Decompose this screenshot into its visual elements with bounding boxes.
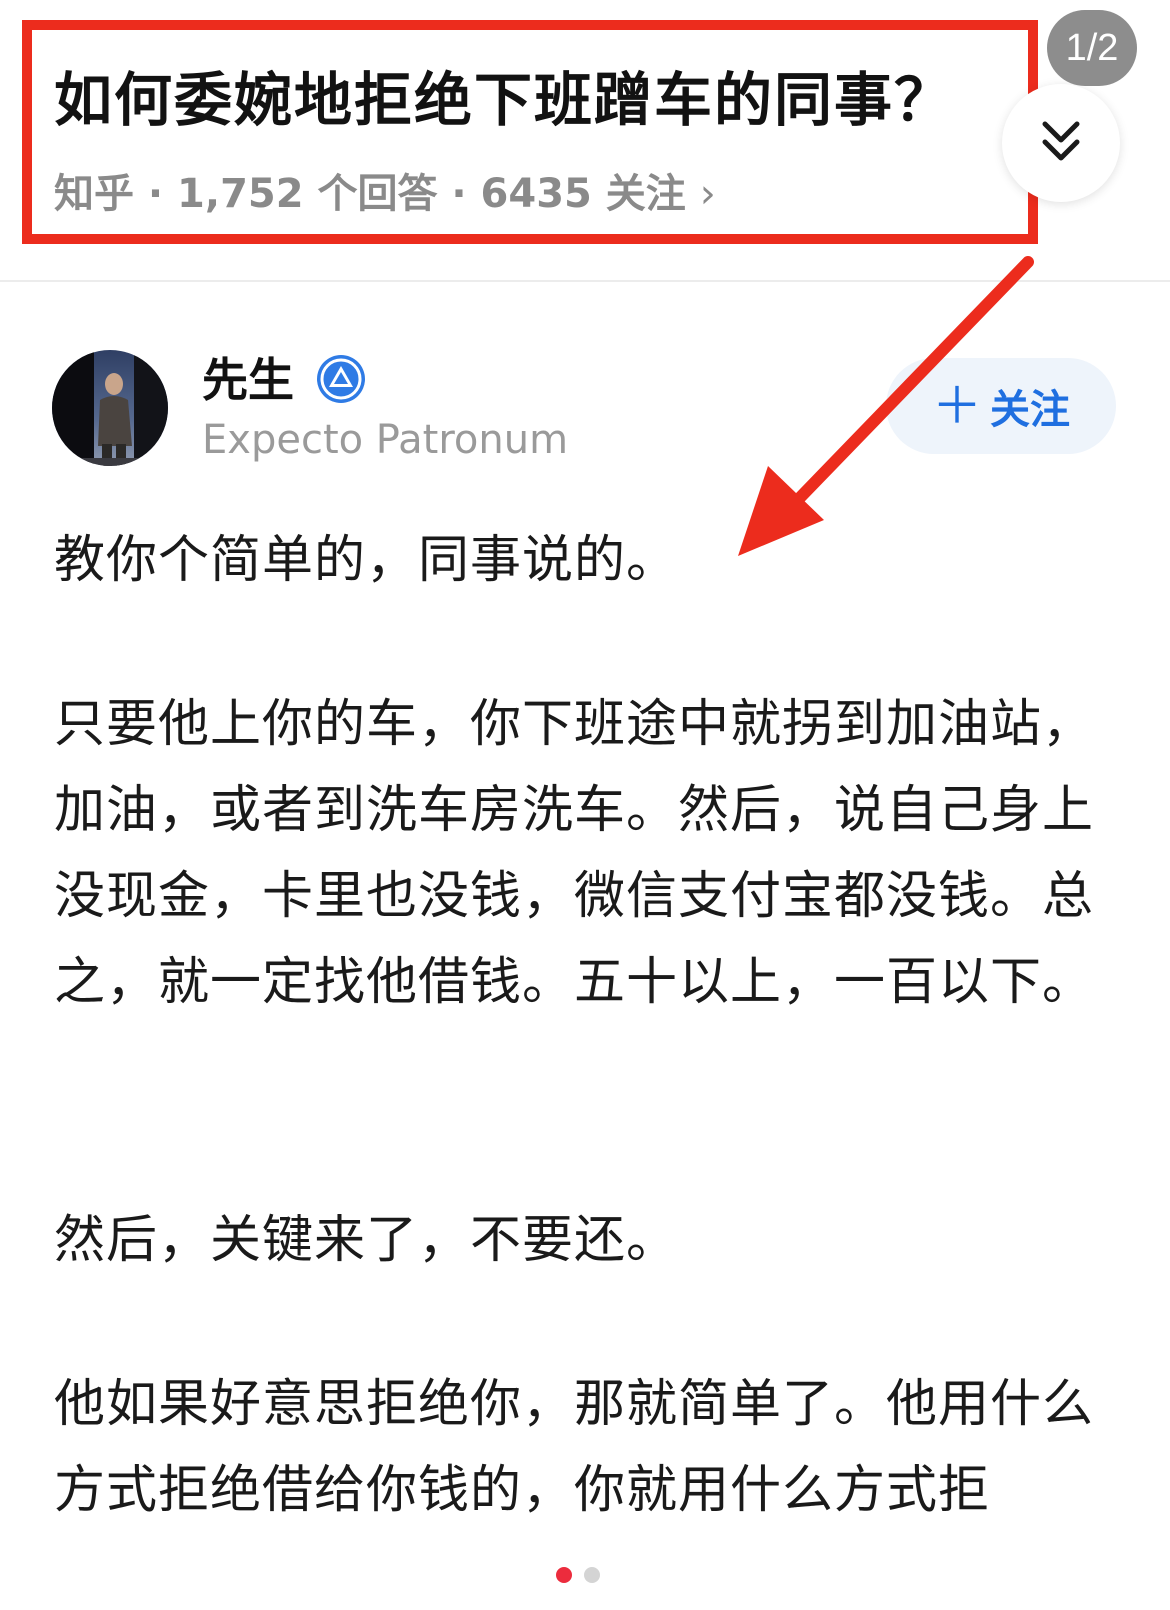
page-indicator — [556, 1567, 600, 1583]
double-chevron-down-icon — [1042, 121, 1080, 161]
page-dot — [584, 1567, 600, 1583]
page-counter: 1/2 — [1047, 10, 1137, 86]
question-header: 如何委婉地拒绝下班蹭车的同事？ 知乎 · 1,752 个回答 · 6435 关注… — [0, 0, 1170, 282]
answer-paragraph: 然后，关键来了，不要还。 — [54, 1211, 679, 1270]
avatar-image — [52, 350, 168, 466]
author-name[interactable]: 先生 — [202, 350, 294, 410]
follow-button[interactable]: ＋ 关注 — [886, 358, 1116, 454]
question-meta-text: 知乎 · 1,752 个回答 · 6435 关注 — [54, 171, 686, 217]
page-dot-active — [556, 1567, 572, 1583]
answer-paragraph: 只要他上你的车，你下班途中就拐到加油站，加油，或者到洗车房洗车。然后，说自己身上… — [54, 695, 1095, 1012]
chevron-right-icon: › — [699, 171, 716, 217]
author-bio: Expecto Patronum — [202, 417, 569, 463]
expand-button[interactable] — [1002, 84, 1120, 202]
verified-badge-icon — [317, 355, 365, 403]
plus-icon: ＋ — [932, 377, 982, 435]
answer-paragraph: 他如果好意思拒绝你，那就简单了。他用什么方式拒绝借给你钱的，你就用什么方式拒 — [54, 1375, 1095, 1520]
author-avatar[interactable] — [52, 350, 168, 466]
answer-paragraph: 教你个简单的，同事说的。 — [54, 531, 679, 590]
follow-label: 关注 — [990, 387, 1070, 433]
question-meta[interactable]: 知乎 · 1,752 个回答 · 6435 关注 › — [54, 166, 716, 222]
answer-page: 如何委婉地拒绝下班蹭车的同事？ 知乎 · 1,752 个回答 · 6435 关注… — [0, 0, 1170, 1610]
question-title[interactable]: 如何委婉地拒绝下班蹭车的同事？ — [54, 62, 994, 138]
